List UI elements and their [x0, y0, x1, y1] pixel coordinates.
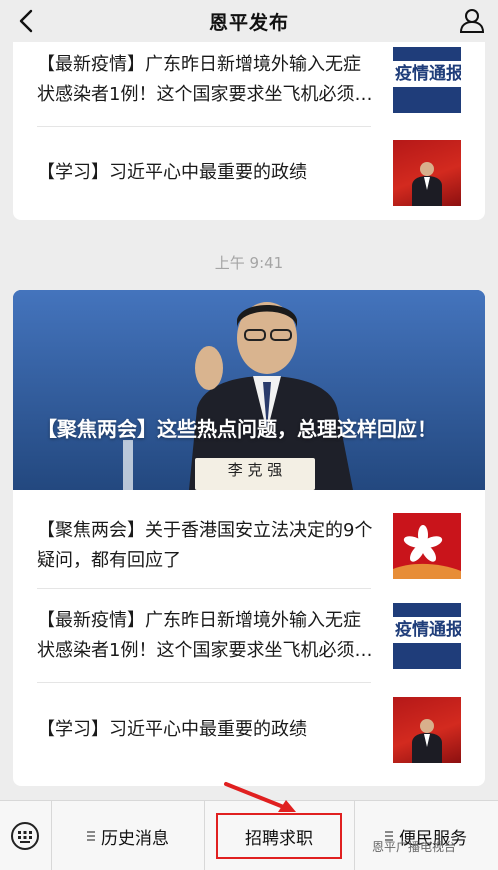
tab-jobs[interactable]: 招聘求职: [205, 801, 353, 870]
hero-title: 【聚焦两会】这些热点问题，总理这样回应！: [37, 417, 437, 441]
article-item[interactable]: 【聚焦两会】关于香港国安立法决定的9个疑问，都有回应了: [13, 500, 485, 592]
message-timestamp: 上午 9:41: [214, 254, 284, 272]
nav-bar: 恩平发布: [0, 0, 498, 42]
tab-history[interactable]: 历史消息: [53, 801, 203, 870]
keyboard-toggle-button[interactable]: [0, 801, 52, 870]
article-thumbnail: [393, 140, 461, 206]
article-thumbnail: 疫情通报: [393, 603, 461, 669]
tab-label: 招聘求职: [245, 828, 313, 849]
article-card: 李 克 强 【聚焦两会】这些热点问题，总理这样回应！ 【聚焦两会】关于香港国安立…: [13, 290, 485, 786]
article-title: 【学习】习近平心中最重要的政绩: [37, 162, 307, 183]
article-title: 【聚焦两会】关于香港国安立法决定的9个疑问，都有回应了: [37, 520, 373, 571]
keyboard-icon: [11, 822, 39, 850]
chevron-left-icon[interactable]: [14, 8, 40, 34]
thumbnail-text: 疫情通报: [395, 620, 461, 640]
divider: [37, 588, 371, 589]
message-list: 【最新疫情】广东昨日新增境外输入无症状感染者1例！这个国家要求坐飞机必须戴口罩 …: [0, 42, 498, 800]
hero-article[interactable]: 李 克 强 【聚焦两会】这些热点问题，总理这样回应！: [13, 290, 485, 490]
menu-icon: [87, 831, 95, 841]
article-thumbnail: [393, 697, 461, 763]
article-item[interactable]: 【最新疫情】广东昨日新增境外输入无症状感染者1例！这个国家要求坐飞机必须戴口罩 …: [13, 590, 485, 682]
divider: [37, 682, 371, 683]
article-thumbnail: 疫情通报: [393, 47, 461, 113]
tab-label: 历史消息: [101, 828, 169, 849]
article-title: 【最新疫情】广东昨日新增境外输入无症状感染者1例！这个国家要求坐飞机必须戴口罩: [37, 610, 373, 661]
article-item[interactable]: 【最新疫情】广东昨日新增境外输入无症状感染者1例！这个国家要求坐飞机必须戴口罩 …: [13, 42, 485, 126]
page-title: 恩平发布: [208, 11, 289, 34]
article-item[interactable]: 【学习】习近平心中最重要的政绩: [13, 684, 485, 776]
article-title: 【最新疫情】广东昨日新增境外输入无症状感染者1例！这个国家要求坐飞机必须戴口罩: [37, 54, 373, 105]
tab-services[interactable]: 便民服务: [355, 801, 498, 870]
article-title: 【学习】习近平心中最重要的政绩: [37, 719, 307, 740]
article-card: 【最新疫情】广东昨日新增境外输入无症状感染者1例！这个国家要求坐飞机必须戴口罩 …: [13, 42, 485, 220]
bauhinia-flower-icon: [393, 525, 461, 579]
thumbnail-text: 疫情通报: [395, 64, 461, 84]
user-icon[interactable]: [458, 6, 486, 34]
person-photo-icon: [412, 162, 442, 206]
bottom-menu: 历史消息 招聘求职 便民服务: [0, 800, 498, 870]
nameplate: 李 克 强: [195, 458, 315, 490]
article-thumbnail: [393, 513, 461, 579]
article-item[interactable]: 【学习】习近平心中最重要的政绩: [13, 127, 485, 219]
person-photo-icon: [412, 719, 442, 763]
watermark: 恩平广播电视台: [372, 840, 457, 854]
